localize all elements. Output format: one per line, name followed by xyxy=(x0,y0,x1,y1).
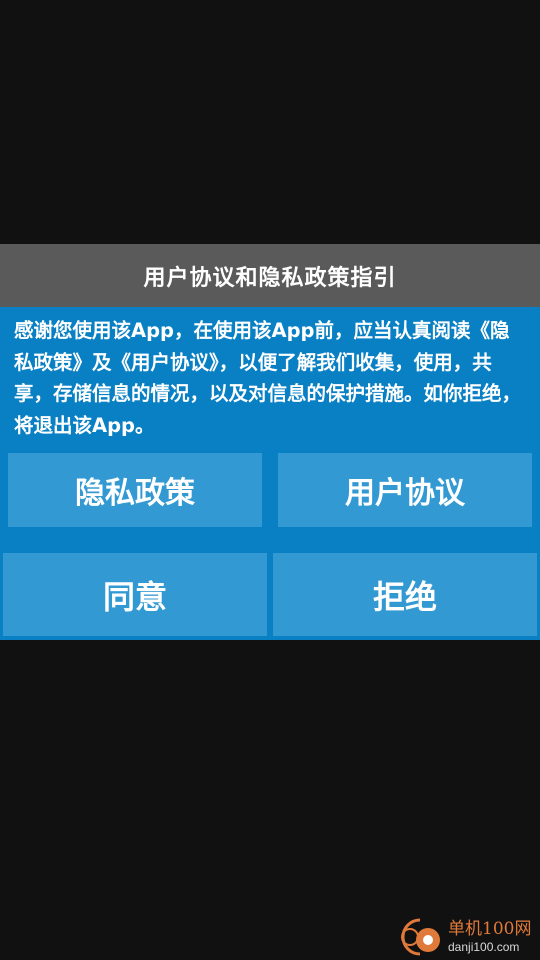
dialog-message: 感谢您使用该App，在使用该App前，应当认真阅读《隐私政策》及《用户协议》，以… xyxy=(14,319,522,437)
watermark-site-name: 单机100网 xyxy=(448,919,532,939)
reject-button[interactable]: 拒绝 xyxy=(273,553,537,636)
user-agreement-button[interactable]: 用户协议 xyxy=(278,453,532,527)
privacy-policy-button[interactable]: 隐私政策 xyxy=(8,453,262,527)
agreement-dialog: 用户协议和隐私政策指引 感谢您使用该App，在使用该App前，应当认真阅读《隐私… xyxy=(0,244,540,640)
watermark-site-url: danji100.com xyxy=(448,940,520,954)
agree-button[interactable]: 同意 xyxy=(3,553,267,636)
watermark-logo-icon xyxy=(390,914,446,960)
dialog-title: 用户协议和隐私政策指引 xyxy=(0,244,540,307)
site-watermark: 单机100网 danji100.com xyxy=(390,914,540,960)
